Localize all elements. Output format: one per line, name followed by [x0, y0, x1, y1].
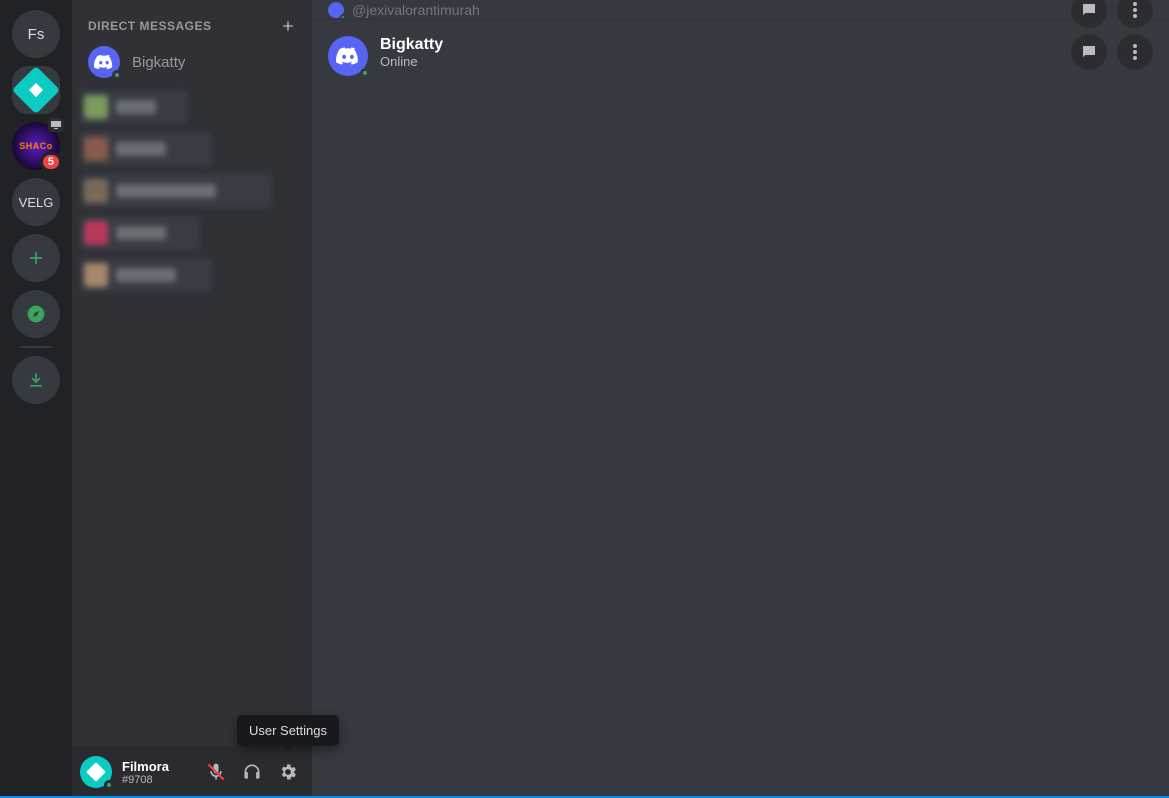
message-icon [1080, 43, 1098, 61]
channel-sidebar: DIRECT MESSAGES Bigkatty Filmora [72, 0, 312, 798]
top-previous-row: @jexivalorantimurah [312, 0, 1169, 20]
server-shaco[interactable]: SHACo 5 [12, 122, 60, 170]
profile-actions [1071, 34, 1153, 70]
profile-header: Bigkatty Online [312, 20, 1169, 76]
settings-button[interactable]: User Settings [272, 756, 304, 788]
unread-badge: 5 [40, 152, 62, 172]
more-icon [1133, 44, 1137, 60]
create-dm-button[interactable] [280, 18, 296, 34]
profile-name: Bigkatty [380, 36, 443, 54]
avatar [88, 46, 120, 78]
dm-item-redacted[interactable] [80, 258, 212, 292]
download-button[interactable] [12, 356, 60, 404]
home-server[interactable]: Fs [12, 10, 60, 58]
more-button[interactable] [1117, 34, 1153, 70]
profile-text: Bigkatty Online [368, 36, 443, 69]
server-separator [20, 346, 52, 348]
headphones-icon [242, 762, 262, 782]
self-tag: #9708 [122, 774, 196, 786]
dm-header-label: DIRECT MESSAGES [88, 19, 212, 33]
dm-item[interactable]: Bigkatty [80, 40, 304, 84]
message-button[interactable] [1071, 34, 1107, 70]
plus-icon [280, 18, 296, 34]
server-filmora[interactable] [12, 66, 60, 114]
self-info[interactable]: Filmora #9708 [116, 759, 196, 786]
dm-list: Bigkatty [72, 38, 312, 86]
dm-item-redacted[interactable] [80, 90, 188, 124]
dm-item-redacted[interactable] [80, 174, 272, 208]
gear-icon [278, 762, 298, 782]
mic-muted-icon [206, 762, 226, 782]
plus-icon [26, 248, 46, 268]
dm-header: DIRECT MESSAGES [72, 0, 312, 38]
server-list: Fs SHACo 5 VELG [0, 0, 72, 798]
screen-icon [48, 118, 64, 132]
more-icon [1133, 2, 1137, 18]
download-icon [26, 370, 46, 390]
mute-button[interactable] [200, 756, 232, 788]
dm-name: Bigkatty [132, 54, 185, 71]
profile-status: Online [380, 54, 443, 69]
main-content: @jexivalorantimurah Bigkatty Online [312, 0, 1169, 798]
velg-label: VELG [19, 195, 54, 210]
shaco-label: SHACo [19, 141, 53, 151]
self-avatar[interactable] [80, 756, 112, 788]
discord-icon [336, 47, 360, 65]
discord-icon [94, 54, 114, 70]
top-handle: @jexivalorantimurah [352, 2, 480, 18]
dm-item-redacted[interactable] [80, 132, 212, 166]
self-name: Filmora [122, 759, 196, 774]
add-server-button[interactable] [12, 234, 60, 282]
message-icon [1080, 1, 1098, 19]
avatar[interactable] [328, 36, 368, 76]
dm-item-redacted[interactable] [80, 216, 200, 250]
filmora-icon [12, 66, 60, 114]
status-online-icon [112, 70, 122, 80]
compass-icon [26, 304, 46, 324]
deafen-button[interactable] [236, 756, 268, 788]
filmora-icon [86, 762, 106, 782]
user-panel: Filmora #9708 User Settings [72, 746, 312, 798]
explore-button[interactable] [12, 290, 60, 338]
status-online-icon [104, 780, 114, 790]
status-online-icon [360, 68, 370, 78]
home-initials: Fs [28, 26, 45, 43]
server-velg[interactable]: VELG [12, 178, 60, 226]
avatar [328, 2, 344, 18]
